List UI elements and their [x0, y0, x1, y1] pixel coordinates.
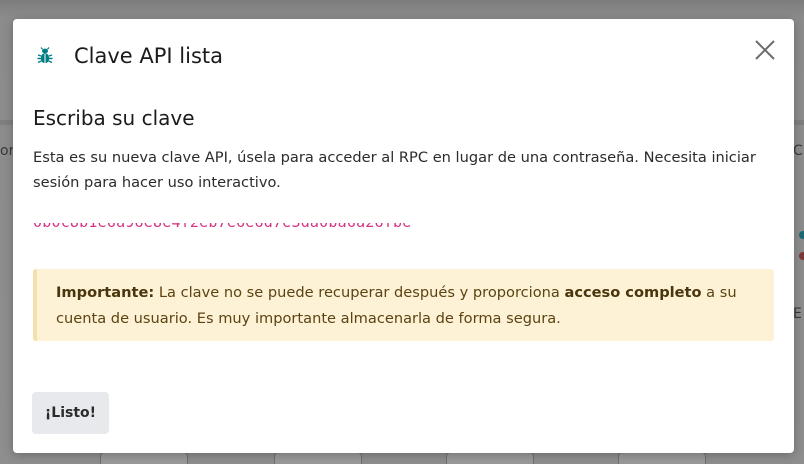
- dialog-title: Clave API lista: [74, 44, 223, 68]
- warning-label: Importante:: [56, 284, 155, 301]
- background-button: [100, 452, 188, 464]
- background-text-fragment: E: [793, 306, 802, 322]
- background-button: [274, 452, 362, 464]
- close-icon: [755, 40, 775, 60]
- bug-icon: [37, 47, 53, 65]
- section-title: Escriba su clave: [33, 106, 195, 130]
- close-button[interactable]: [752, 37, 778, 63]
- warning-emphasis: acceso completo: [564, 284, 702, 301]
- background-button: [446, 452, 534, 464]
- warning-alert: Importante: La clave no se puede recuper…: [33, 269, 774, 341]
- api-key-dialog: Clave API lista Escriba su clave Esta es…: [13, 19, 794, 453]
- api-key-container: 0b0c8b1e6a96e8e4f2eb7e6e6d7e3da0ba6a26fb…: [33, 223, 774, 237]
- warning-text: La clave no se puede recuperar después y…: [154, 284, 565, 301]
- background-avatar: [799, 252, 804, 260]
- background-text-fragment: C: [793, 143, 803, 159]
- dialog-description: Esta es su nueva clave API, úsela para a…: [33, 149, 756, 191]
- background-button: [618, 452, 706, 464]
- done-button[interactable]: ¡Listo!: [32, 392, 109, 434]
- background-avatar: [799, 231, 804, 239]
- dialog-header: Clave API lista: [13, 19, 794, 91]
- api-key-value[interactable]: 0b0c8b1e6a96e8e4f2eb7e6e6d7e3da0ba6a26fb…: [33, 223, 411, 232]
